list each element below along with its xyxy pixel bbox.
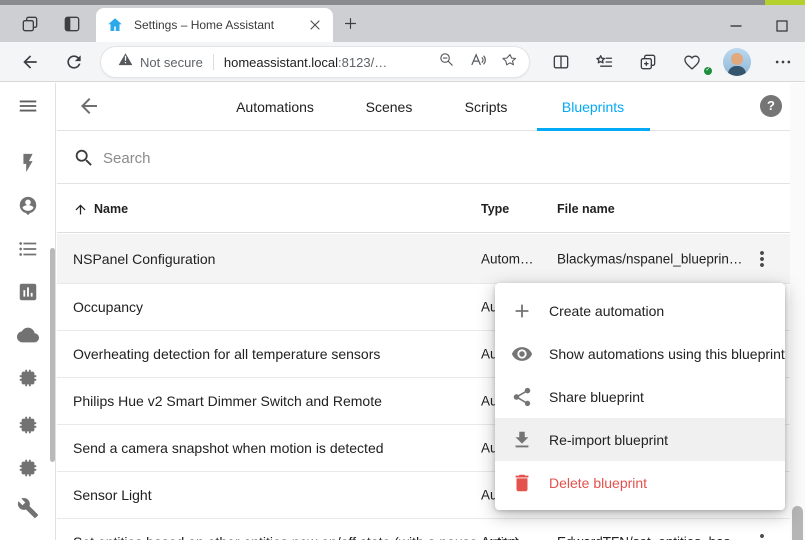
wrench-icon[interactable] [17,497,39,519]
cloud-icon[interactable] [17,324,39,346]
read-aloud-icon[interactable] [469,51,487,74]
home-assistant-favicon-icon [106,16,124,34]
column-header-file[interactable]: File name [557,185,615,233]
active-tab-underline [537,128,650,131]
zoom-out-icon[interactable] [438,51,455,73]
row-name: Sensor Light [73,487,152,503]
collections-icon[interactable] [638,52,658,72]
todo-list-icon[interactable] [17,238,39,260]
row-file: Blackymas/nspanel_blueprin… [557,251,742,266]
row-name: Send a camera snapshot when motion is de… [73,440,384,456]
trash-icon [511,472,533,494]
row-overflow-menu-icon[interactable] [750,247,774,271]
favorite-star-icon[interactable] [501,51,519,74]
row-type: Autom… [481,535,534,540]
workspaces-icon[interactable] [20,14,40,34]
tab-blueprints[interactable]: Blueprints [562,83,624,131]
menu-item-label: Share blueprint [549,389,644,405]
plus-icon [511,300,533,322]
address-bar[interactable]: Not secure homeassistant.local :8123/… [100,46,530,78]
sidebar-menu-icon[interactable] [17,95,39,117]
maximize-button[interactable] [767,13,797,39]
profile-avatar[interactable] [723,48,751,76]
menu-item-label: Delete blueprint [549,475,647,491]
menu-item-label: Re-import blueprint [549,432,668,448]
tab-automations[interactable]: Automations [236,83,314,131]
tab-title: Settings – Home Assistant [134,18,307,32]
favorites-icon[interactable] [594,52,614,72]
column-header-name[interactable]: Name [94,185,128,233]
tab-actions-icon[interactable] [62,14,82,34]
not-secure-warning-icon[interactable] [118,52,133,72]
table-row[interactable]: Set entities based on other entities new… [57,519,790,540]
ha-sidebar [0,83,56,540]
menu-item-label: Create automation [549,303,664,319]
browser-tabstrip: Settings – Home Assistant [0,5,805,42]
menu-item-reimport-blueprint[interactable]: Re-import blueprint [495,418,785,461]
tab-scripts[interactable]: Scripts [465,83,508,131]
split-screen-icon[interactable] [551,52,571,72]
menu-item-share-blueprint[interactable]: Share blueprint [495,375,785,418]
table-row[interactable]: NSPanel Configuration Autom… Blackymas/n… [57,234,790,284]
blueprint-context-menu: Create automation Show automations using… [495,283,785,510]
history-chart-icon[interactable] [17,281,39,303]
browser-back-icon[interactable] [20,52,40,72]
row-name: Overheating detection for all temperatur… [73,346,380,362]
row-name: Set entities based on other entities new… [73,534,519,540]
share-icon [511,386,533,408]
tab-scenes[interactable]: Scenes [366,83,413,131]
url-host: homeassistant.local [224,55,338,70]
close-tab-icon[interactable] [307,17,323,33]
help-icon[interactable]: ? [760,95,782,117]
browser-menu-icon[interactable] [773,52,793,72]
search-input[interactable] [103,142,743,174]
menu-item-create-automation[interactable]: Create automation [495,289,785,332]
menu-item-label: Show automations using this blueprint [549,346,785,362]
search-icon [73,147,95,169]
sidebar-scrollbar[interactable] [50,248,55,462]
download-icon [511,429,533,451]
browser-tab[interactable]: Settings – Home Assistant [96,8,333,42]
refresh-icon[interactable] [64,52,84,72]
address-separator [213,54,214,70]
browser-window: Settings – Home Assistant Not secure hom… [0,0,805,540]
eye-icon [511,343,533,365]
flash-icon[interactable] [17,152,39,174]
url-suffix: :8123/… [338,55,387,70]
menu-item-show-automations[interactable]: Show automations using this blueprint [495,332,785,375]
chip-icon[interactable] [17,457,39,479]
minimize-button[interactable] [721,13,751,39]
page-scrollbar-thumb[interactable] [792,506,803,540]
sort-ascending-icon [73,202,88,217]
browser-toolbar: Not secure homeassistant.local :8123/… ✓ [0,42,805,82]
row-name: Philips Hue v2 Smart Dimmer Switch and R… [73,393,382,409]
row-type: Autom… [481,251,534,266]
ha-header: Automations Scenes Scripts Blueprints ? [57,83,790,131]
browser-essentials-icon[interactable] [682,52,702,72]
row-file: EdwardTFN/set_entities_bas… [557,535,744,540]
new-tab-icon[interactable] [342,15,359,32]
table-header: Name Type File name [57,185,790,233]
menu-item-delete-blueprint[interactable]: Delete blueprint [495,461,785,504]
person-pin-icon[interactable] [17,195,39,217]
essentials-check-badge: ✓ [703,66,713,76]
chip-icon[interactable] [17,414,39,436]
row-overflow-menu-icon[interactable] [750,530,774,540]
page-scrollbar[interactable] [790,83,805,540]
search-row [57,132,790,184]
row-name: NSPanel Configuration [73,251,215,267]
row-name: Occupancy [73,299,143,315]
column-header-type[interactable]: Type [481,185,509,233]
chip-icon[interactable] [17,367,39,389]
ha-back-icon[interactable] [77,94,101,118]
not-secure-label: Not secure [140,55,203,70]
